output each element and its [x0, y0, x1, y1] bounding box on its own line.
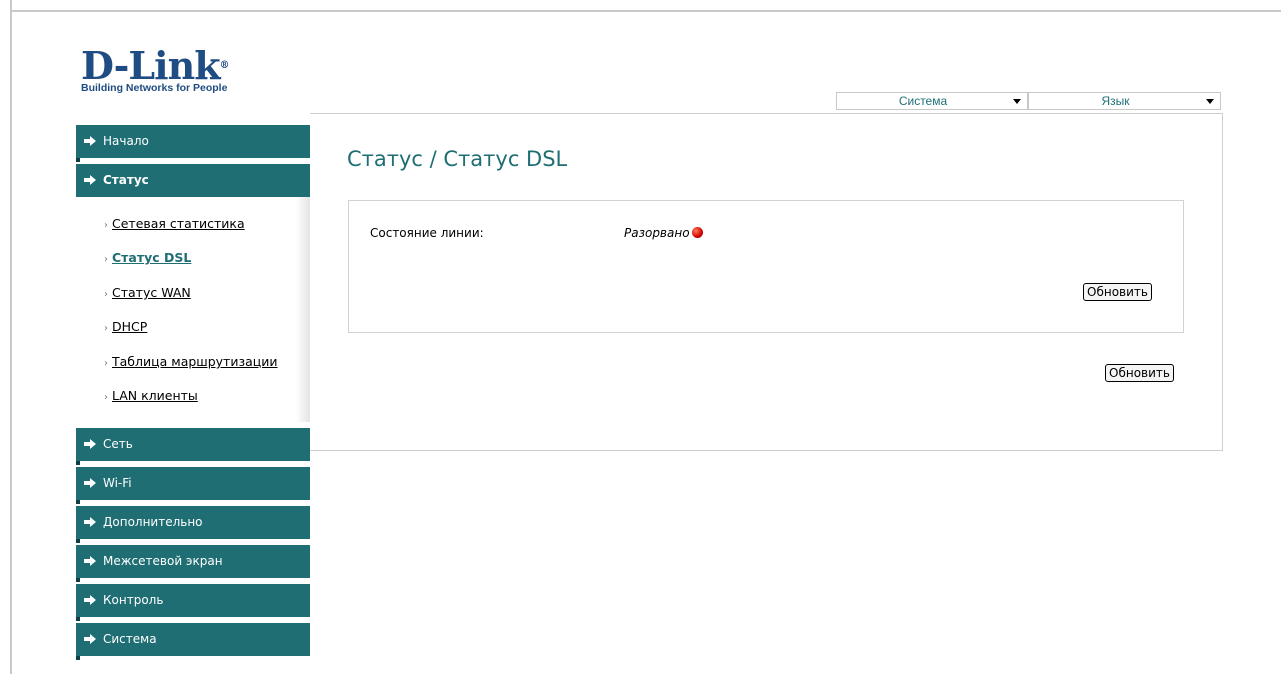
page-title: Статус / Статус DSL — [347, 147, 568, 171]
sidebar-item-label: Дополнительно — [103, 515, 203, 529]
refresh-button-inner[interactable]: Обновить — [1083, 283, 1152, 301]
submenu-link[interactable]: DHCP — [112, 319, 147, 334]
arrow-right-icon — [84, 478, 96, 488]
submenu-link[interactable]: LAN клиенты — [112, 388, 198, 403]
sidebar-item-label: Контроль — [103, 593, 164, 607]
sidebar-item-label: Начало — [103, 134, 149, 148]
sidebar-item-advanced[interactable]: Дополнительно — [76, 506, 310, 543]
line-state-value-wrap: Разорвано — [624, 226, 703, 240]
sidebar-item-label: Сеть — [103, 437, 133, 451]
dlink-logo: D-Link® Building Networks for People — [81, 47, 230, 95]
arrow-right-icon — [84, 595, 96, 605]
chevron-down-icon — [1013, 99, 1021, 104]
system-dropdown[interactable]: Система — [836, 92, 1028, 110]
arrow-right-icon — [84, 517, 96, 527]
sidebar-item-control[interactable]: Контроль — [76, 584, 310, 621]
submenu-item-network-stats[interactable]: › Сетевая статистика — [104, 216, 245, 231]
bullet-icon: › — [104, 289, 108, 300]
language-dropdown-value: Язык — [1101, 94, 1130, 108]
sidebar: Начало Статус › Сетевая статистика › Стату… — [76, 125, 310, 662]
bullet-icon: › — [104, 392, 108, 403]
submenu-item-dsl-status[interactable]: › Статус DSL — [104, 250, 191, 265]
status-submenu: › Сетевая статистика › Статус DSL › Статус … — [76, 197, 310, 422]
arrow-right-icon — [84, 136, 96, 146]
bullet-icon: › — [104, 220, 108, 231]
submenu-item-lan-clients[interactable]: › LAN клиенты — [104, 388, 198, 403]
arrow-right-icon — [84, 439, 96, 449]
submenu-item-routing-table[interactable]: › Таблица маршрутизации — [104, 354, 278, 369]
chevron-down-icon — [1206, 99, 1214, 104]
sidebar-item-firewall[interactable]: Межсетевой экран — [76, 545, 310, 582]
sidebar-item-wifi[interactable]: Wi-Fi — [76, 467, 310, 504]
bullet-icon: › — [104, 254, 108, 265]
dsl-status-box — [348, 200, 1184, 333]
sidebar-item-label: Система — [103, 632, 157, 646]
sidebar-item-label: Статус — [103, 173, 149, 187]
line-state-value: Разорвано — [624, 226, 690, 240]
logo-registered-mark: ® — [219, 60, 230, 71]
sidebar-item-system[interactable]: Система — [76, 623, 310, 660]
window-top-border — [0, 0, 1281, 12]
arrow-right-icon — [84, 634, 96, 644]
system-dropdown-value: Система — [898, 94, 948, 108]
refresh-button-outer[interactable]: Обновить — [1105, 364, 1174, 382]
bullet-icon: › — [104, 358, 108, 369]
submenu-link[interactable]: Таблица маршрутизации — [112, 354, 278, 369]
window-left-border — [0, 0, 12, 674]
submenu-link[interactable]: Сетевая статистика — [112, 216, 245, 231]
submenu-item-wan-status[interactable]: › Статус WAN — [104, 285, 191, 300]
line-state-label: Состояние линии: — [370, 226, 484, 240]
sidebar-item-label: Wi-Fi — [103, 476, 132, 490]
bullet-icon: › — [104, 323, 108, 334]
status-error-icon — [691, 227, 703, 238]
submenu-link[interactable]: Статус WAN — [112, 285, 191, 300]
sidebar-item-network[interactable]: Сеть — [76, 428, 310, 465]
arrow-right-icon — [84, 556, 96, 566]
language-dropdown[interactable]: Язык — [1028, 92, 1221, 110]
logo-tagline: Building Networks for People — [81, 82, 228, 94]
sidebar-item-status[interactable]: Статус — [76, 164, 310, 201]
sidebar-item-home[interactable]: Начало — [76, 125, 310, 162]
submenu-link[interactable]: Статус DSL — [112, 250, 191, 265]
arrow-right-icon — [84, 175, 96, 185]
sidebar-item-label: Межсетевой экран — [103, 554, 223, 568]
submenu-item-dhcp[interactable]: › DHCP — [104, 319, 147, 334]
